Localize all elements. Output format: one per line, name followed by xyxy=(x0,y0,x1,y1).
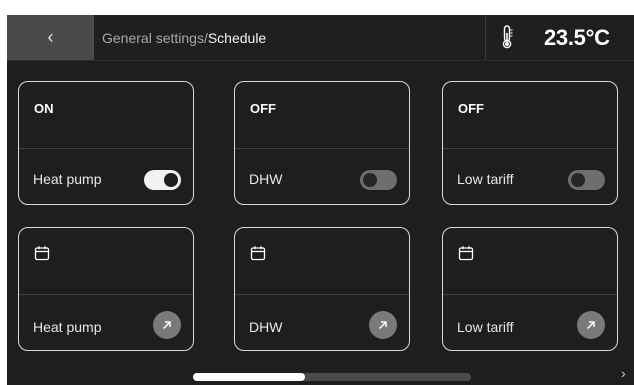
horizontal-scrollbar[interactable] xyxy=(193,373,471,381)
heat-pump-state: ON xyxy=(34,101,54,116)
top-bar: ‹ General settings / Schedule 23.5°C xyxy=(7,15,634,61)
heat-pump-toggle[interactable] xyxy=(144,170,181,190)
heat-pump-label: Heat pump xyxy=(33,171,102,187)
arrow-up-right-icon xyxy=(378,321,387,330)
calendar-icon xyxy=(250,246,266,261)
card-header xyxy=(235,228,409,295)
arrow-up-right-icon xyxy=(586,321,595,330)
low-tariff-schedule-open-button[interactable] xyxy=(577,311,605,339)
heat-pump-schedule-label: Heat pump xyxy=(33,319,102,335)
header-divider xyxy=(485,15,486,60)
card-header xyxy=(443,228,617,295)
toggle-knob xyxy=(363,173,377,187)
back-button[interactable]: ‹ xyxy=(7,15,94,60)
schedule-screen: ‹ General settings / Schedule 23.5°C ON He… xyxy=(7,15,634,385)
dhw-toggle-card: OFF DHW xyxy=(234,81,410,205)
low-tariff-schedule-label: Low tariff xyxy=(457,319,514,335)
low-tariff-toggle[interactable] xyxy=(568,170,605,190)
heat-pump-schedule-card[interactable]: Heat pump xyxy=(18,227,194,351)
breadcrumb-current: Schedule xyxy=(207,29,267,46)
scrollbar-thumb[interactable] xyxy=(193,373,305,381)
chevron-left-icon: ‹ xyxy=(47,27,54,47)
dhw-state: OFF xyxy=(250,101,276,116)
dhw-label: DHW xyxy=(249,171,283,187)
heat-pump-schedule-open-button[interactable] xyxy=(153,311,181,339)
heat-pump-toggle-card: ON Heat pump xyxy=(18,81,194,205)
calendar-icon xyxy=(34,246,50,261)
breadcrumb: General settings / Schedule xyxy=(102,15,266,60)
thermometer-icon xyxy=(502,25,513,49)
low-tariff-schedule-card[interactable]: Low tariff xyxy=(442,227,618,351)
low-tariff-label: Low tariff xyxy=(457,171,514,187)
dhw-schedule-label: DHW xyxy=(249,319,283,335)
calendar-icon xyxy=(458,246,474,261)
dhw-toggle[interactable] xyxy=(360,170,397,190)
low-tariff-state: OFF xyxy=(458,101,484,116)
toggle-knob xyxy=(571,173,585,187)
card-header xyxy=(19,228,193,295)
chevron-right-icon[interactable]: › xyxy=(621,365,626,381)
low-tariff-toggle-card: OFF Low tariff xyxy=(442,81,618,205)
dhw-schedule-open-button[interactable] xyxy=(369,311,397,339)
dhw-schedule-card[interactable]: DHW xyxy=(234,227,410,351)
breadcrumb-parent[interactable]: General settings xyxy=(102,30,204,46)
arrow-up-right-icon xyxy=(162,321,171,330)
temperature-readout: 23.5°C xyxy=(544,24,610,50)
toggle-knob xyxy=(164,173,178,187)
